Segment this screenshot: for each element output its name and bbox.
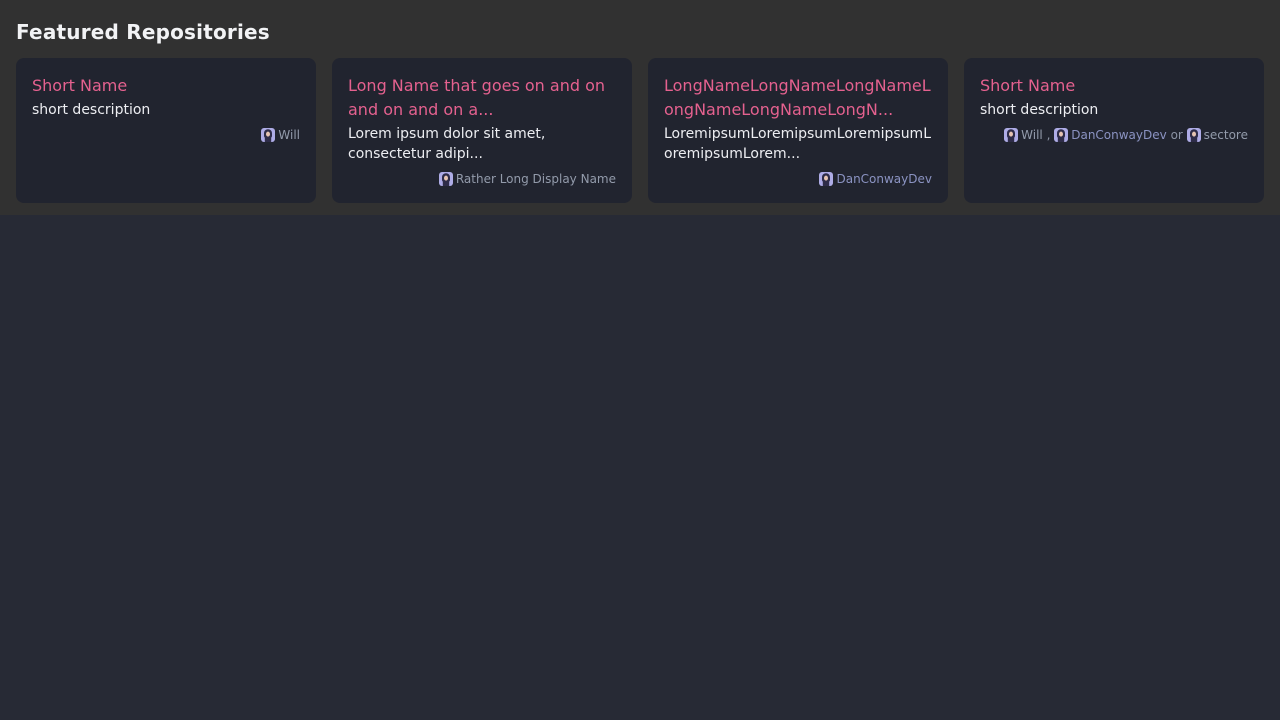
repo-card[interactable]: Short Name short description Will <box>16 58 316 203</box>
maintainer-link[interactable]: DanConwayDev <box>1054 128 1167 142</box>
repo-description: LoremipsumLoremipsumLoremipsumLoremipsum… <box>664 124 932 164</box>
repo-card[interactable]: LongNameLongNameLongNameLongNameLongName… <box>648 58 948 203</box>
repo-name: Short Name <box>980 74 1248 98</box>
repo-card[interactable]: Short Name short description Will , DanC… <box>964 58 1264 203</box>
maintainer-name: DanConwayDev <box>1071 128 1167 142</box>
avatar-icon <box>819 172 833 186</box>
maintainer-separator: or <box>1167 128 1187 142</box>
avatar-icon <box>1004 128 1018 142</box>
repo-description: short description <box>32 100 300 120</box>
repo-description: short description <box>980 100 1248 120</box>
avatar-icon <box>261 128 275 142</box>
maintainer-link[interactable]: Rather Long Display Name <box>439 172 616 186</box>
avatar-icon <box>439 172 453 186</box>
repo-card[interactable]: Long Name that goes on and on and on and… <box>332 58 632 203</box>
repo-description: Lorem ipsum dolor sit amet, consectetur … <box>348 124 616 164</box>
maintainer-name: Rather Long Display Name <box>456 172 616 186</box>
maintainers-line: DanConwayDev <box>664 172 932 187</box>
repo-name: Short Name <box>32 74 300 98</box>
maintainers-line: Will , DanConwayDev or sectore <box>980 128 1248 143</box>
maintainers-line: Will <box>32 128 300 143</box>
avatar-icon <box>1054 128 1068 142</box>
repo-name: LongNameLongNameLongNameLongNameLongName… <box>664 74 932 122</box>
featured-repositories-section: Featured Repositories Short Name short d… <box>0 0 1280 215</box>
repo-name: Long Name that goes on and on and on and… <box>348 74 616 122</box>
maintainer-link[interactable]: DanConwayDev <box>819 172 932 186</box>
avatar-icon <box>1187 128 1201 142</box>
repo-card-grid: Short Name short description Will Long N… <box>16 58 1264 203</box>
maintainer-name: Will <box>1021 128 1043 142</box>
maintainer-link[interactable]: sectore <box>1187 128 1248 142</box>
maintainer-name: DanConwayDev <box>836 172 932 186</box>
page-background <box>0 215 1280 720</box>
maintainer-name: Will <box>278 128 300 142</box>
maintainer-name: sectore <box>1204 128 1248 142</box>
maintainers-line: Rather Long Display Name <box>348 172 616 187</box>
maintainer-link[interactable]: Will <box>261 128 300 142</box>
maintainer-link[interactable]: Will <box>1004 128 1043 142</box>
page-title: Featured Repositories <box>16 22 1264 42</box>
maintainer-separator: , <box>1043 128 1054 142</box>
